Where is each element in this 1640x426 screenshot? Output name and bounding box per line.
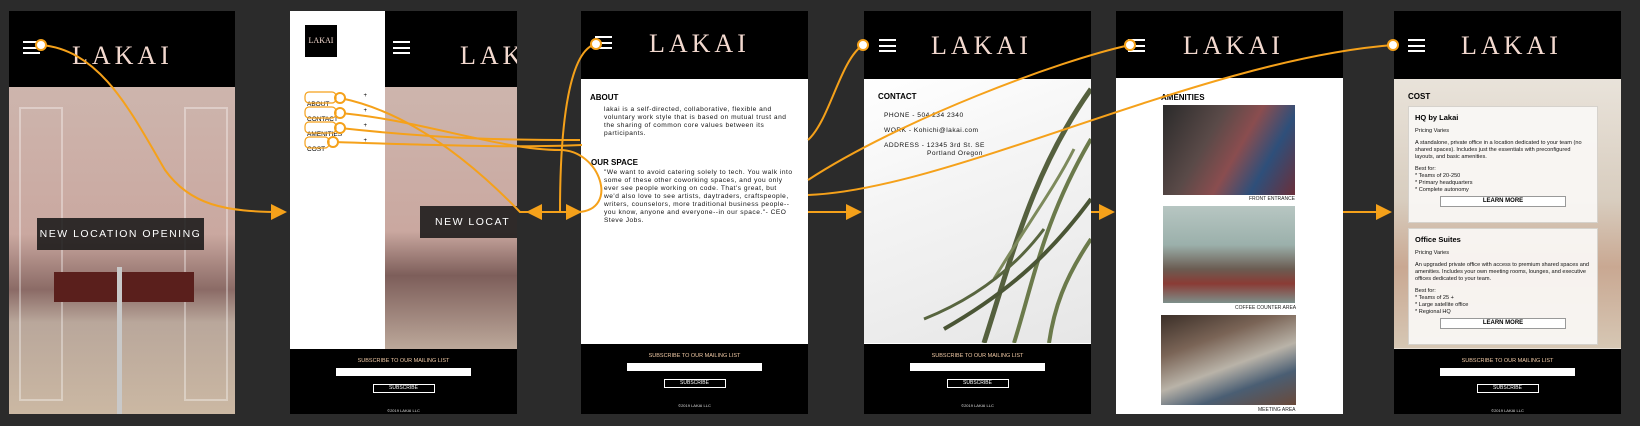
prototype-flow-links	[35, 38, 1399, 220]
flow-link-menu	[40, 44, 287, 220]
flow-link-contact	[339, 112, 603, 213]
hotspot-about-menu[interactable]	[590, 38, 602, 50]
menu-item-contact-highlight	[304, 106, 337, 119]
menu-item-cost-highlight	[304, 136, 330, 149]
flow-link-to-cost	[807, 44, 1394, 196]
flow-link-cost	[332, 141, 583, 148]
flow-link-about	[339, 97, 582, 220]
flow-link-contact-from-about	[807, 44, 864, 141]
menu-item-amenities-highlight	[304, 121, 337, 134]
hotspot-menu[interactable]	[35, 39, 47, 51]
flow-link-about-back	[526, 43, 597, 220]
hotspot-cost-menu[interactable]	[1387, 39, 1399, 51]
hotspot-contact-menu[interactable]	[857, 39, 869, 51]
menu-item-about-highlight	[304, 91, 337, 104]
hotspot-amenities-menu[interactable]	[1124, 39, 1136, 51]
